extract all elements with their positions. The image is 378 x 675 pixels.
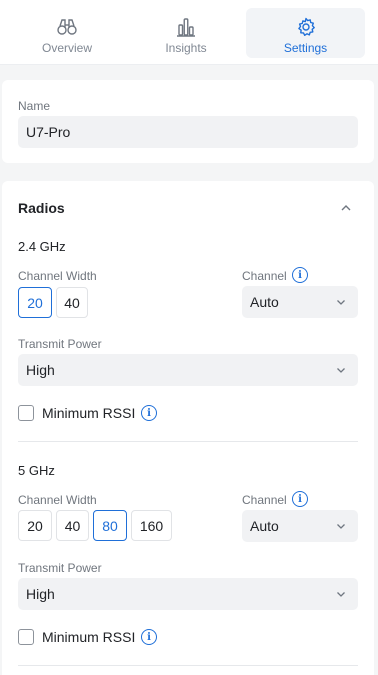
band-5-channel-width-label: Channel Width [18,493,97,507]
name-value: U7-Pro [26,124,71,140]
info-icon[interactable]: i [141,405,157,421]
info-icon[interactable]: i [292,491,308,507]
band-24-transmit-power-label: Transmit Power [18,337,102,351]
tab-settings-label: Settings [283,41,328,55]
chevron-down-icon [337,524,345,529]
divider [18,665,358,666]
band-24-channel-select[interactable]: Auto [242,286,358,318]
band-5-width-40-button[interactable]: 40 [56,510,89,541]
band-5-transmit-power-select[interactable]: High [18,578,358,610]
info-icon[interactable]: i [292,267,308,283]
band-5-min-rssi-checkbox[interactable] [18,629,34,645]
chevron-up-icon[interactable] [340,203,352,213]
band-24-min-rssi-checkbox[interactable] [18,405,34,421]
tab-overview-label: Overview [41,41,92,55]
name-card: Name U7-Pro [2,80,374,163]
band-5-width-20-button[interactable]: 20 [18,510,52,541]
band-5-min-rssi-label: Minimum RSSI [42,629,136,645]
band-5-channel-label: Channel [242,493,287,507]
bar-chart-icon [177,18,195,37]
chevron-down-icon [337,592,345,597]
tab-insights[interactable]: Insights [124,8,248,58]
band-24-width-20-button[interactable]: 20 [18,287,52,318]
divider [18,441,358,442]
chevron-down-icon [337,368,345,373]
binoculars-icon [57,19,77,35]
tab-bar: Overview Insights Settings [0,0,378,65]
band-5-title: 5 GHz [18,463,55,478]
radios-title: Radios [18,200,65,216]
band-24-min-rssi-label: Minimum RSSI [42,405,136,421]
chevron-down-icon [337,300,345,305]
tab-overview[interactable]: Overview [2,8,132,58]
band-5-width-160-button[interactable]: 160 [131,510,172,541]
info-icon[interactable]: i [141,629,157,645]
band-24-transmit-power-select[interactable]: High [18,354,358,386]
name-input[interactable]: U7-Pro [18,116,358,148]
name-label: Name [18,99,51,113]
band-5-transmit-power-label: Transmit Power [18,561,102,575]
tab-settings[interactable]: Settings [246,8,365,58]
radios-card: Radios 2.4 GHz Channel Width 20 40 Chann… [2,181,374,675]
band-24-channel-label: Channel [242,269,287,283]
band-5-width-80-button[interactable]: 80 [93,510,127,541]
band-24-channel-width-label: Channel Width [18,269,97,283]
band-24-title: 2.4 GHz [18,239,66,254]
tab-insights-label: Insights [165,41,207,55]
gear-icon [297,17,315,36]
band-5-channel-select[interactable]: Auto [242,510,358,542]
band-24-width-40-button[interactable]: 40 [56,287,88,318]
